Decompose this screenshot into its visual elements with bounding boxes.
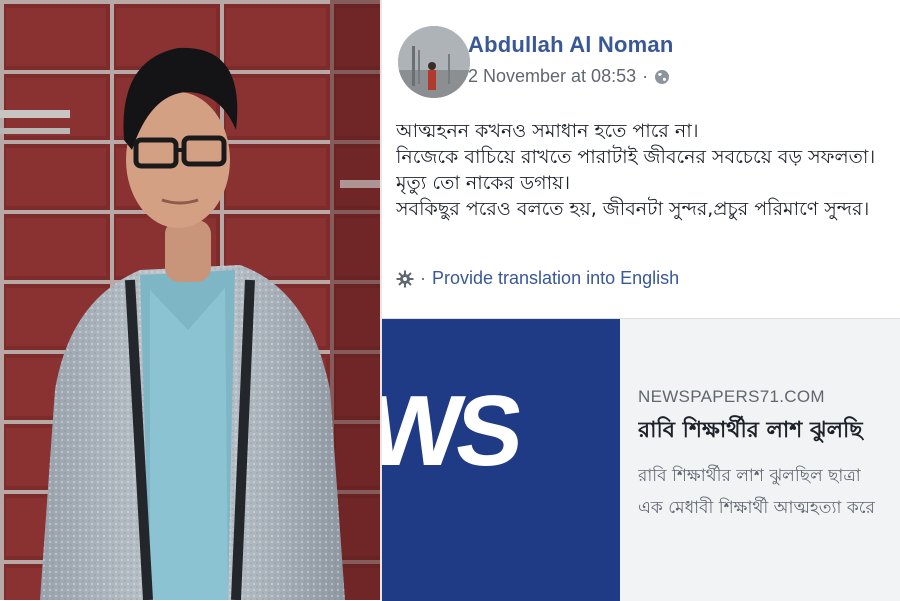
link-description: রাবি শিক্ষার্থীর লাশ ঝুলছিল ছাত্রা এক মে… [638, 460, 900, 524]
globe-icon[interactable] [654, 69, 670, 85]
link-title[interactable]: রাবি শিক্ষার্থীর লাশ ঝুলছি [638, 413, 900, 450]
post-line: আত্মহনন কখনও সমাধান হতে পারে না। [396, 120, 699, 142]
post-line: নিজেকে বাচিয়ে রাখতে পারাটাই জীবনের সবচে… [396, 146, 876, 168]
timestamp[interactable]: 2 November at 08:53 [468, 66, 636, 87]
post-text: আত্মহনন কখনও সমাধান হতে পারে না। নিজেকে … [396, 118, 896, 222]
link-preview-card[interactable]: WS NEWSPAPERS71.COM রাবি শিক্ষার্থীর লাশ… [382, 318, 900, 601]
link-description-line: এক মেধাবী শিক্ষার্থী আত্মহত্যা করে [638, 498, 875, 518]
meta-separator: · [642, 66, 649, 86]
facebook-post: Abdullah Al Noman 2 November at 08:53 · … [382, 0, 900, 318]
photo-illustration [0, 0, 380, 600]
translation-row: · Provide translation into English [396, 268, 679, 289]
gear-icon [396, 270, 414, 288]
link-text: NEWSPAPERS71.COM রাবি শিক্ষার্থীর লাশ ঝু… [638, 387, 900, 524]
profile-photo [0, 0, 380, 600]
thumbnail-logo-text: WS [382, 375, 523, 487]
post-meta: 2 November at 08:53 · [468, 66, 670, 87]
avatar[interactable] [398, 26, 470, 98]
translation-separator: · [420, 268, 426, 288]
author-name[interactable]: Abdullah Al Noman [468, 32, 673, 58]
link-domain: NEWSPAPERS71.COM [638, 387, 825, 406]
post-line: সবকিছুর পরেও বলতে হয়, জীবনটা সুন্দর,প্র… [396, 198, 870, 220]
link-description-line: রাবি শিক্ষার্থীর লাশ ঝুলছিল ছাত্রা [638, 466, 861, 486]
post-line: মৃত্যু তো নাকের ডগায়। [396, 172, 571, 194]
provide-translation-link[interactable]: Provide translation into English [432, 268, 679, 289]
avatar-image [398, 26, 470, 98]
link-thumbnail[interactable]: WS [382, 319, 620, 601]
